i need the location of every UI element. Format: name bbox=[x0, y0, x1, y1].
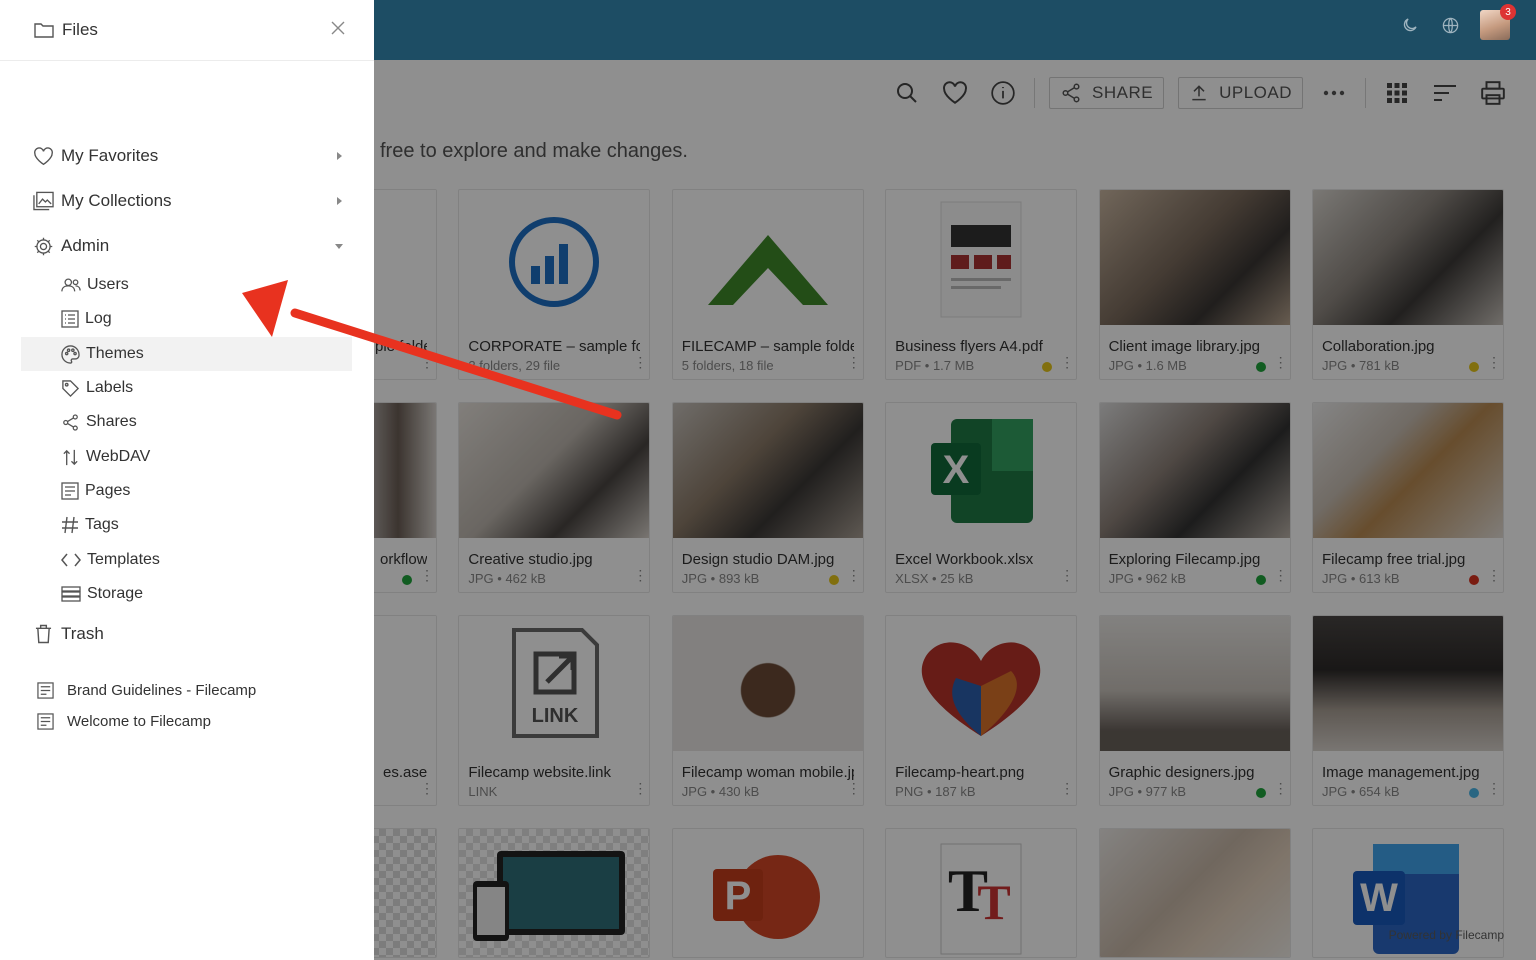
log-icon bbox=[61, 310, 79, 328]
sidebar-item-trash[interactable]: Trash bbox=[35, 621, 104, 647]
collections-icon bbox=[33, 191, 54, 211]
notification-badge: 3 bbox=[1500, 4, 1516, 20]
sidebar-item-label: Admin bbox=[61, 236, 110, 255]
sidebar-item-collections[interactable]: My Collections bbox=[33, 188, 172, 214]
sidebar-item-label: WebDAV bbox=[86, 448, 151, 465]
moon-icon[interactable] bbox=[1400, 15, 1420, 35]
sidebar-item-themes[interactable]: Themes bbox=[61, 343, 144, 365]
chevron-down-icon[interactable] bbox=[334, 241, 344, 251]
sidebar-item-shares[interactable]: Shares bbox=[61, 411, 137, 433]
sidebar-page-brand-guidelines[interactable]: Brand Guidelines - Filecamp bbox=[37, 682, 256, 699]
share-icon bbox=[63, 413, 78, 431]
users-icon bbox=[61, 278, 81, 292]
sidebar-item-users[interactable]: Users bbox=[61, 274, 129, 296]
sidebar: Files My Favorites My Collections Admin … bbox=[0, 0, 374, 960]
sidebar-item-label: Storage bbox=[87, 585, 144, 602]
sidebar-page-welcome[interactable]: Welcome to Filecamp bbox=[37, 713, 211, 730]
hashtag-icon bbox=[62, 516, 78, 534]
sidebar-title: Files bbox=[62, 20, 98, 39]
sidebar-item-favorites[interactable]: My Favorites bbox=[33, 143, 158, 169]
sidebar-item-log[interactable]: Log bbox=[61, 308, 112, 330]
sidebar-item-label: Themes bbox=[86, 345, 144, 362]
trash-icon bbox=[35, 624, 52, 644]
sidebar-item-tags[interactable]: Tags bbox=[61, 514, 119, 536]
avatar[interactable]: 3 bbox=[1480, 4, 1516, 40]
sidebar-item-webdav[interactable]: WebDAV bbox=[61, 446, 150, 468]
sidebar-page-label: Brand Guidelines - Filecamp bbox=[67, 682, 257, 699]
sidebar-item-templates[interactable]: Templates bbox=[61, 549, 160, 571]
sidebar-item-storage[interactable]: Storage bbox=[61, 583, 143, 605]
transfer-icon bbox=[63, 449, 78, 465]
sidebar-item-admin[interactable]: Admin bbox=[33, 233, 109, 259]
sidebar-item-label: Tags bbox=[85, 516, 119, 533]
sidebar-item-pages[interactable]: Pages bbox=[61, 480, 130, 502]
storage-icon bbox=[61, 586, 81, 602]
chevron-right-icon[interactable] bbox=[334, 151, 344, 161]
sidebar-item-label: Trash bbox=[61, 624, 104, 643]
sidebar-item-label: Log bbox=[85, 310, 112, 327]
sidebar-item-label: My Favorites bbox=[61, 146, 159, 165]
page-icon bbox=[61, 482, 79, 500]
sidebar-item-label: Pages bbox=[85, 482, 131, 499]
globe-icon[interactable] bbox=[1440, 15, 1460, 35]
tag-label-icon bbox=[62, 379, 80, 397]
sidebar-item-label: Users bbox=[87, 276, 129, 293]
sidebar-item-label: My Collections bbox=[61, 191, 172, 210]
close-icon[interactable] bbox=[328, 18, 348, 38]
folder-icon bbox=[34, 23, 54, 38]
modal-backdrop[interactable] bbox=[374, 60, 1536, 960]
sidebar-item-labels[interactable]: Labels bbox=[61, 377, 133, 399]
sidebar-item-label: Labels bbox=[86, 379, 134, 396]
page-icon bbox=[37, 713, 54, 730]
sidebar-page-label: Welcome to Filecamp bbox=[67, 713, 211, 730]
palette-icon bbox=[61, 344, 80, 364]
code-icon bbox=[61, 553, 81, 567]
topbar-actions: 3 bbox=[1400, 4, 1516, 40]
chevron-right-icon[interactable] bbox=[334, 196, 344, 206]
sidebar-header: Files bbox=[0, 0, 374, 61]
page-icon bbox=[37, 682, 54, 699]
gear-icon bbox=[34, 237, 53, 255]
sidebar-item-label: Templates bbox=[87, 551, 160, 568]
powered-by: Powered by Filecamp bbox=[1388, 928, 1504, 942]
sidebar-item-label: Shares bbox=[86, 413, 137, 430]
heart-icon bbox=[34, 146, 53, 165]
